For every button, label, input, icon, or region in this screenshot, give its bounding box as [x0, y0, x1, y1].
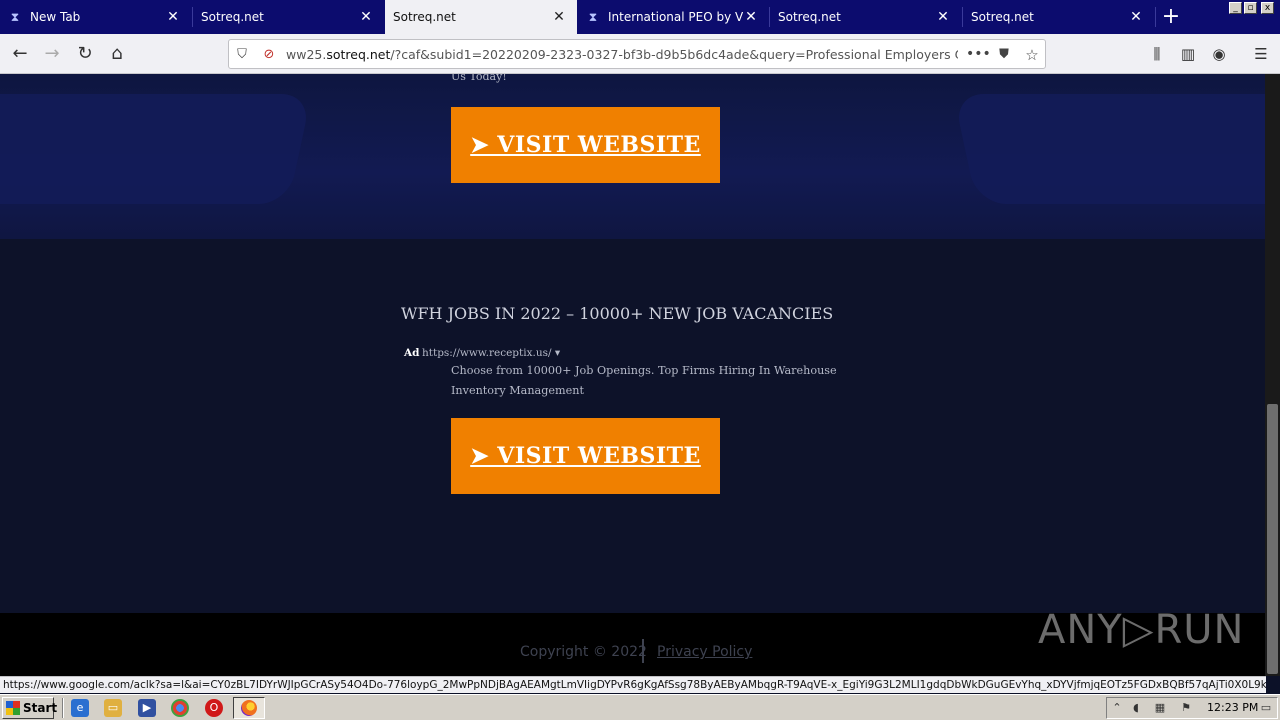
- restore-button[interactable]: ▫: [1244, 2, 1257, 14]
- forward-button[interactable]: →: [38, 40, 66, 68]
- show-desktop-icon[interactable]: ▭: [1259, 701, 1273, 715]
- tab-title: Sotreq.net: [201, 10, 264, 24]
- decorative-shape: [953, 94, 1265, 204]
- scrollbar-thumb[interactable]: [1267, 404, 1278, 674]
- system-tray: ⌃ ◖ ▦ ⚑ 12:23 PM ▭: [1106, 697, 1278, 719]
- minimize-button[interactable]: _: [1229, 2, 1242, 14]
- address-bar[interactable]: ⛉ ⊘ ww25.sotreq.net/?caf&subid1=20220209…: [228, 39, 1046, 69]
- network-icon[interactable]: ▦: [1153, 701, 1167, 715]
- reload-button[interactable]: ↻: [71, 40, 99, 68]
- url-prefix: ww25.: [286, 47, 327, 62]
- anyrun-icon: ⧗: [588, 10, 598, 24]
- tab-sotreq-active[interactable]: Sotreq.net ✕: [385, 0, 577, 34]
- close-icon[interactable]: ✕: [743, 9, 759, 25]
- shield-icon[interactable]: ⛉: [233, 46, 251, 64]
- library-icon[interactable]: ⫼: [1146, 44, 1168, 64]
- volume-icon[interactable]: ◖: [1129, 701, 1143, 715]
- tab-title: New Tab: [30, 10, 81, 24]
- tab-title: Sotreq.net: [971, 10, 1034, 24]
- visit-website-button[interactable]: ➤ VISIT WEBSITE: [451, 418, 720, 494]
- vertical-scrollbar[interactable]: [1265, 74, 1280, 676]
- url-text[interactable]: ww25.sotreq.net/?caf&subid1=20220209-232…: [286, 47, 958, 62]
- windows-taskbar: Start e ▭ ▶ O ⌃ ◖ ▦ ⚑ 12:23 PM ▭: [0, 694, 1280, 720]
- privacy-policy-link[interactable]: Privacy Policy: [657, 644, 752, 660]
- tab-title: International PEO by Veloci: [608, 10, 743, 24]
- arrow-right-icon: →: [44, 43, 60, 64]
- tab-title: Sotreq.net: [393, 10, 456, 24]
- ad-description-truncated: Us Today!: [451, 74, 507, 83]
- bookmark-star-icon[interactable]: ☆: [1023, 46, 1041, 64]
- tab-sotreq[interactable]: Sotreq.net ✕: [193, 0, 384, 34]
- tab-divider: [1155, 7, 1156, 27]
- sidebar-icon[interactable]: ▥: [1177, 44, 1199, 64]
- new-tab-button[interactable]: +: [1158, 2, 1184, 32]
- copyright-text: Copyright © 2022: [520, 644, 647, 660]
- close-icon[interactable]: ✕: [358, 9, 374, 25]
- ad-description: Choose from 10000+ Job Openings. Top Fir…: [451, 364, 837, 397]
- opera-icon[interactable]: O: [205, 699, 223, 717]
- ad-label: Ad: [404, 347, 420, 359]
- firefox-icon: [241, 700, 257, 716]
- navigation-toolbar: ← → ↻ ⌂ ⛉ ⊘ ww25.sotreq.net/?caf&subid1=…: [0, 34, 1280, 74]
- clock[interactable]: 12:23 PM: [1207, 701, 1258, 714]
- windows-logo-icon: [6, 701, 20, 715]
- home-button[interactable]: ⌂: [103, 40, 131, 68]
- chrome-icon[interactable]: [171, 699, 189, 717]
- internet-explorer-icon[interactable]: e: [71, 699, 89, 717]
- url-host: sotreq.net: [326, 47, 391, 62]
- media-player-icon[interactable]: ▶: [138, 699, 156, 717]
- taskbar-divider: [62, 698, 64, 718]
- footer-divider: [642, 639, 644, 663]
- start-button[interactable]: Start: [2, 697, 58, 719]
- url-path: /?caf&subid1=20220209-2323-0327-bf3b-d9b…: [390, 47, 958, 62]
- back-button[interactable]: ←: [6, 40, 34, 68]
- menu-icon[interactable]: ☰: [1250, 44, 1272, 64]
- decorative-shape: [0, 94, 312, 204]
- chevron-up-icon[interactable]: ⌃: [1110, 701, 1124, 715]
- close-window-button[interactable]: x: [1261, 2, 1274, 14]
- flag-icon[interactable]: ⚑: [1179, 701, 1193, 715]
- ad-title[interactable]: WFH JOBS IN 2022 – 10000+ NEW JOB VACANC…: [401, 304, 833, 323]
- tab-bar: ⧗ New Tab ✕ Sotreq.net ✕ Sotreq.net ✕ ⧗ …: [0, 0, 1280, 34]
- anyrun-icon: ⧗: [10, 10, 20, 24]
- visit-website-button[interactable]: ➤ VISIT WEBSITE: [451, 107, 720, 183]
- close-icon[interactable]: ✕: [1128, 9, 1144, 25]
- page-content: Us Today! ➤ VISIT WEBSITE WFH JOBS IN 20…: [0, 74, 1265, 676]
- folder-icon[interactable]: ▭: [104, 699, 122, 717]
- close-icon[interactable]: ✕: [165, 9, 181, 25]
- start-label: Start: [23, 701, 58, 715]
- reload-icon: ↻: [77, 43, 93, 64]
- tab-international-peo[interactable]: ⧗ International PEO by Veloci ✕: [578, 0, 769, 34]
- taskbar-firefox-button[interactable]: [233, 697, 265, 719]
- tab-sotreq[interactable]: Sotreq.net ✕: [963, 0, 1154, 34]
- tab-sotreq[interactable]: Sotreq.net ✕: [770, 0, 961, 34]
- arrow-left-icon: ←: [12, 43, 28, 64]
- tab-new-tab[interactable]: ⧗ New Tab ✕: [0, 0, 191, 34]
- pocket-icon[interactable]: ⛊: [995, 46, 1013, 64]
- close-icon[interactable]: ✕: [935, 9, 951, 25]
- insecure-lock-icon[interactable]: ⊘: [260, 46, 278, 64]
- ad-url[interactable]: https://www.receptix.us/ ▾: [422, 347, 560, 359]
- page-actions-icon[interactable]: •••: [966, 45, 991, 63]
- tab-title: Sotreq.net: [778, 10, 841, 24]
- close-icon[interactable]: ✕: [551, 9, 567, 25]
- anyrun-watermark-logo: ANY▷RUN: [1038, 607, 1245, 653]
- account-icon[interactable]: ◉: [1208, 44, 1230, 64]
- status-link-preview: https://www.google.com/aclk?sa=l&ai=CY0z…: [0, 676, 1266, 693]
- home-icon: ⌂: [111, 43, 123, 64]
